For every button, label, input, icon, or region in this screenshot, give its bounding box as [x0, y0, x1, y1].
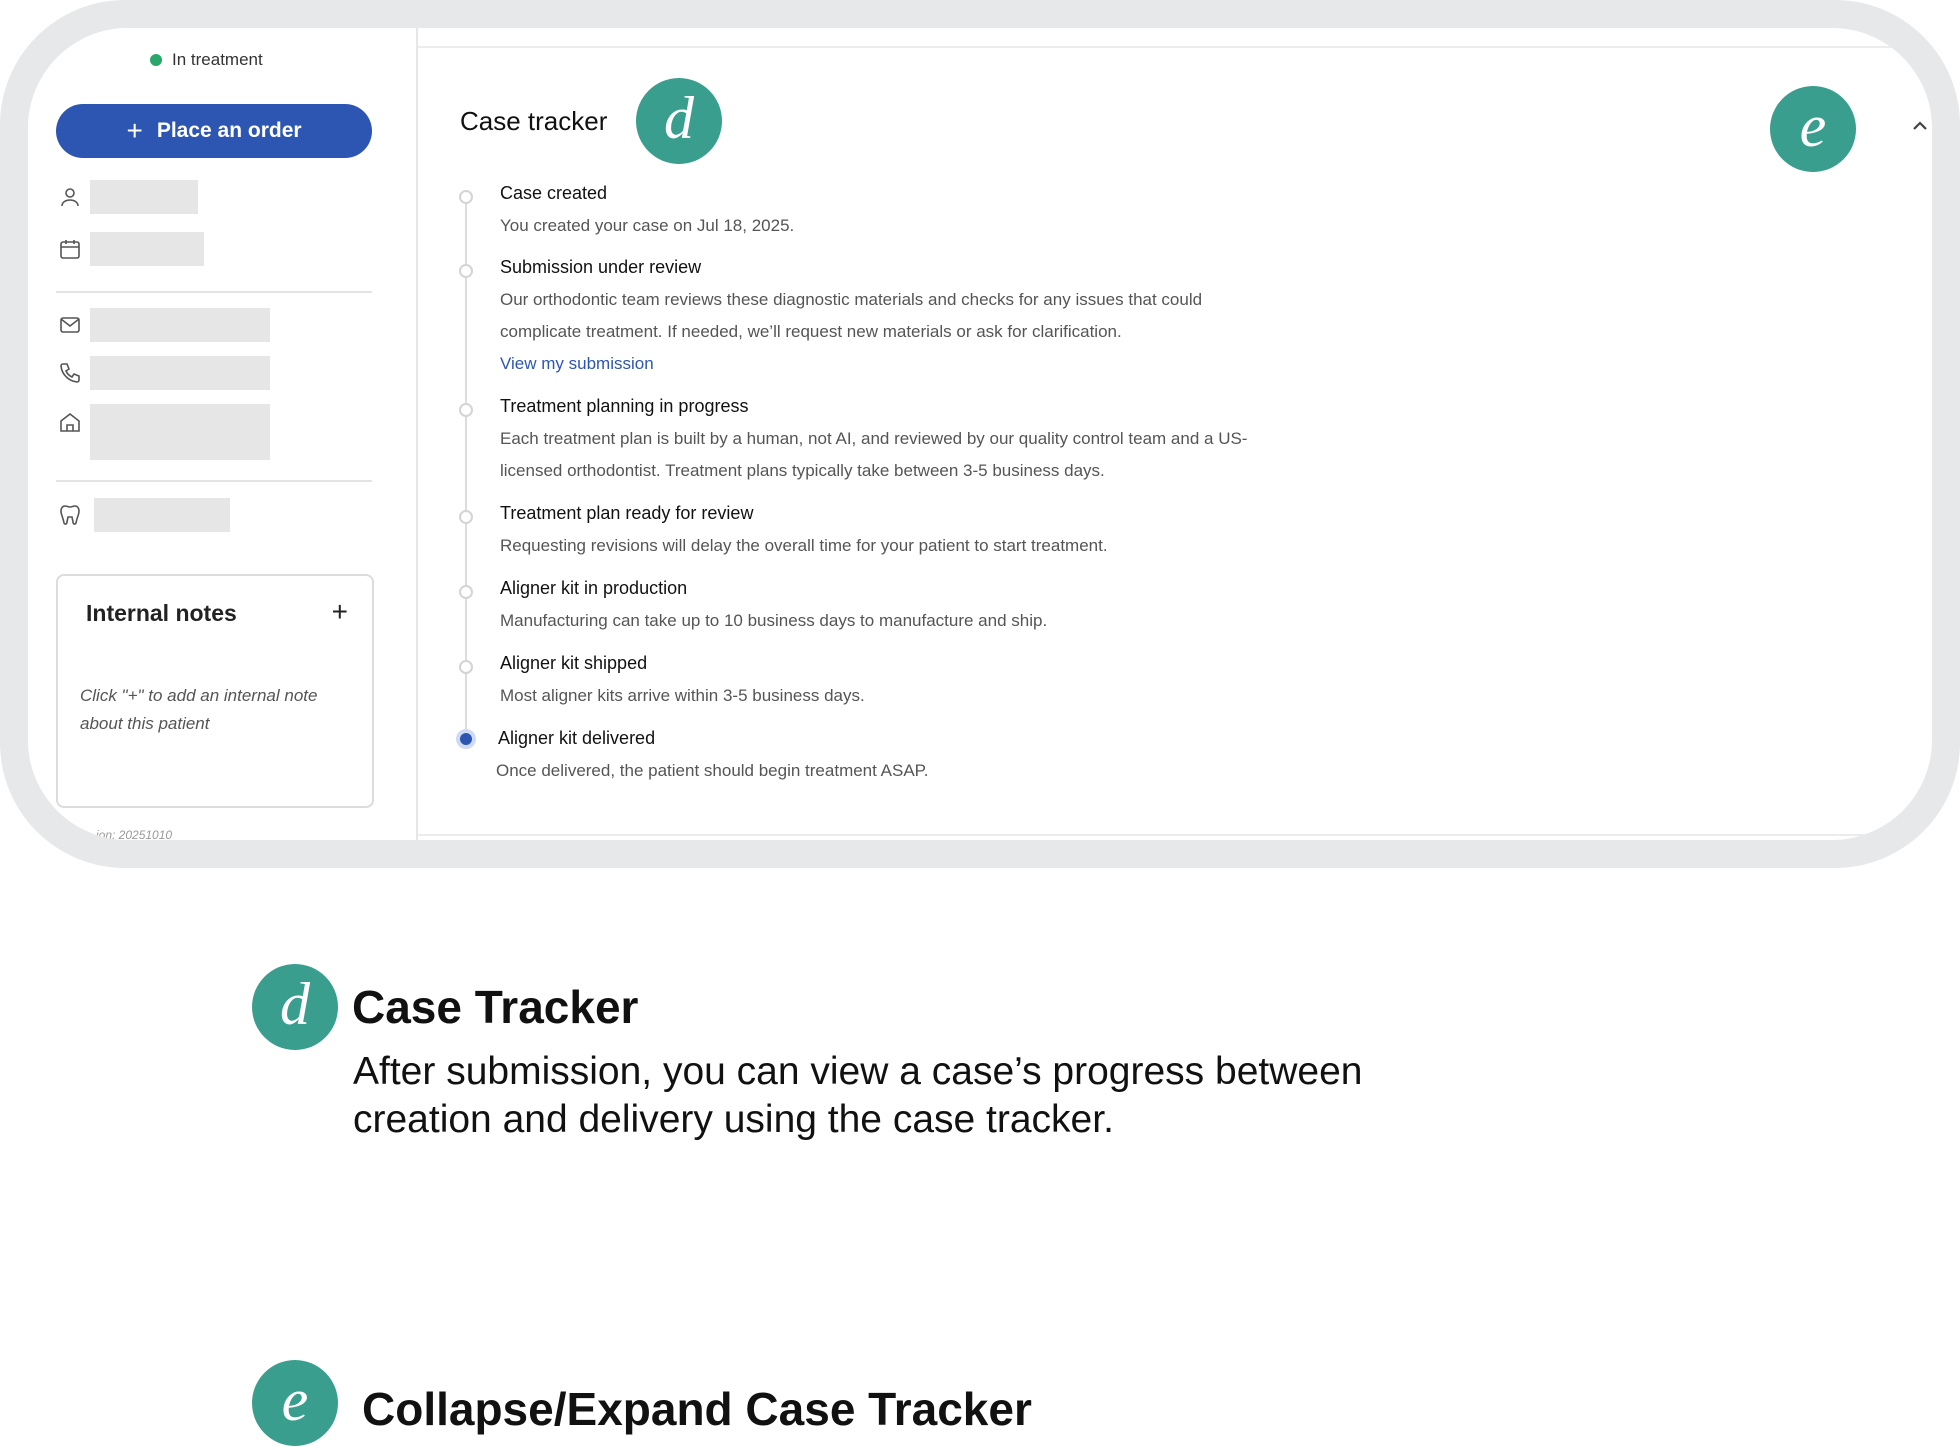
explain-description-d: After submission, you can view a case’s … [353, 1050, 1363, 1141]
step-description: You created your case on Jul 18, 2025. [500, 216, 795, 235]
view-submission-link[interactable]: View my submission [500, 354, 654, 374]
patient-email-placeholder [90, 308, 270, 342]
callout-badge-d: d [636, 78, 722, 164]
step-description: Most aligner kits arrive within 3-5 busi… [500, 686, 865, 705]
calendar-icon [56, 235, 84, 263]
internal-notes-hint: Click "+" to add an internal note about … [80, 686, 318, 733]
patient-sidebar: In treatment + Place an order Internal n… [28, 28, 418, 840]
step-title: Treatment plan ready for review [500, 503, 754, 523]
internal-notes-title: Internal notes [86, 600, 237, 626]
place-order-label: Place an order [156, 119, 302, 142]
patient-phone-row [56, 356, 270, 390]
internal-notes-card: Internal notes + Click "+" to add an int… [56, 574, 374, 808]
add-note-button[interactable]: + [332, 598, 348, 626]
step-dot-icon [459, 264, 473, 278]
mail-icon [56, 311, 84, 339]
explain-title-d: Case Tracker [352, 981, 639, 1033]
panel-top-border [418, 46, 1932, 48]
explain-badge-d: d [252, 964, 338, 1050]
explain-title-e: Collapse/Expand Case Tracker [362, 1383, 1032, 1435]
case-tracker-title: Case tracker [460, 106, 608, 136]
patient-name-placeholder [90, 180, 198, 214]
step-dot-icon [459, 190, 473, 204]
plus-icon: + [126, 115, 143, 146]
treatment-placeholder [94, 498, 230, 532]
phone-icon [56, 359, 84, 387]
step-title: Case created [500, 183, 608, 203]
patient-name-row [56, 180, 198, 214]
status-label: In treatment [172, 50, 263, 69]
callout-badge-e: e [1770, 86, 1856, 172]
step-title: Aligner kit shipped [500, 653, 648, 673]
step-dot-icon [459, 403, 473, 417]
patient-dob-row [56, 232, 204, 266]
patient-phone-placeholder [90, 356, 270, 390]
version-label: ...ion: 20251010 [86, 828, 173, 840]
home-icon [56, 408, 84, 436]
treatment-row [56, 498, 230, 532]
panel-bottom-border [418, 834, 1932, 836]
case-tracker-panel: Case tracker d e Case created You create… [418, 28, 1932, 840]
explain-badge-e: e [252, 1360, 338, 1446]
status-dot-icon [150, 54, 162, 66]
step-description: licensed orthodontist. Treatment plans t… [500, 461, 1105, 480]
step-description: complicate treatment. If needed, we’ll r… [500, 322, 1122, 341]
patient-dob-placeholder [90, 232, 204, 266]
place-order-button[interactable]: + Place an order [56, 104, 372, 158]
step-description: Manufacturing can take up to 10 business… [500, 611, 1048, 630]
step-title: Submission under review [500, 257, 702, 277]
step-dot-icon [459, 585, 473, 599]
active-step-dot-icon [456, 729, 476, 749]
app-screen: In treatment + Place an order Internal n… [28, 28, 1932, 840]
step-title: Aligner kit in production [500, 578, 688, 598]
step-dot-icon [459, 660, 473, 674]
step-dot-icon [459, 510, 473, 524]
chevron-up-icon[interactable] [1908, 114, 1932, 138]
step-title: Aligner kit delivered [498, 728, 656, 748]
patient-address-row [56, 404, 270, 460]
device-frame: In treatment + Place an order Internal n… [0, 0, 1960, 868]
step-description: Our orthodontic team reviews these diagn… [500, 290, 1203, 309]
step-title: Treatment planning in progress [500, 396, 749, 416]
patient-address-placeholder [90, 404, 270, 460]
person-icon [56, 183, 84, 211]
status-indicator: In treatment [150, 50, 263, 70]
step-description: Requesting revisions will delay the over… [500, 536, 1108, 555]
patient-email-row [56, 308, 270, 342]
sidebar-divider [56, 291, 372, 293]
timeline-track [465, 198, 467, 738]
sidebar-divider [56, 480, 372, 482]
tooth-icon [56, 501, 84, 529]
step-description: Each treatment plan is built by a human,… [500, 429, 1248, 448]
step-description: Once delivered, the patient should begin… [496, 761, 929, 780]
